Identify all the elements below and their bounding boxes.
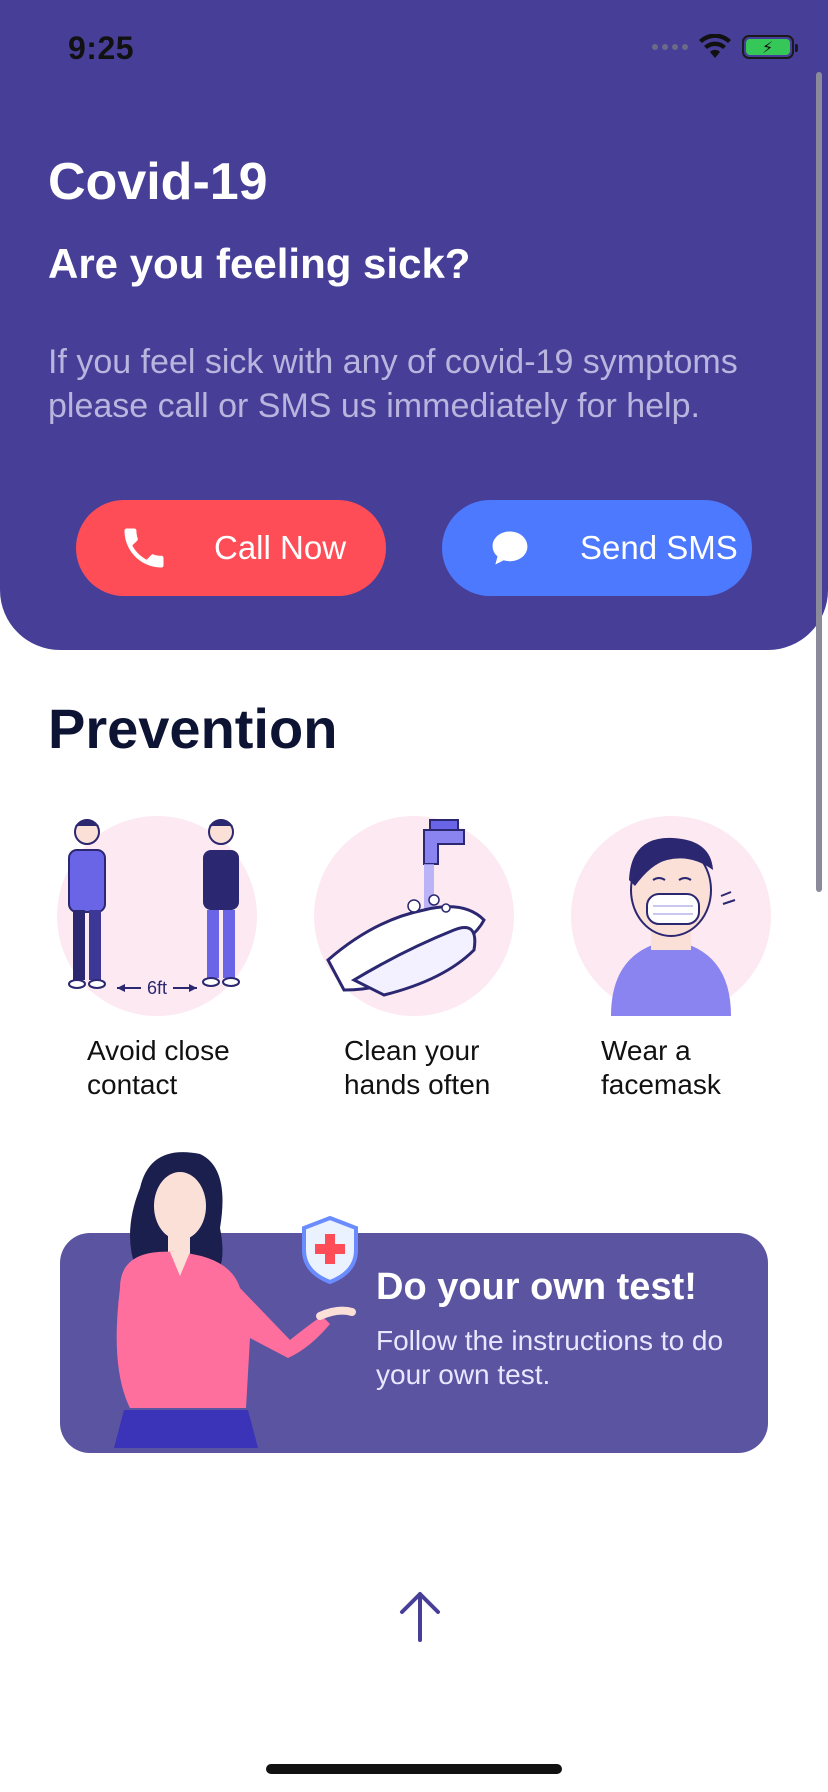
woman-illustration — [114, 1152, 356, 1448]
status-icons: ⚡ — [652, 34, 798, 60]
call-now-label: Call Now — [214, 529, 347, 566]
clean-hands-label: Clean your hands often — [344, 1035, 491, 1100]
shield-medical-icon — [302, 1216, 358, 1284]
call-now-button[interactable]: Call Now — [76, 500, 386, 596]
page-title: Covid-19 — [48, 153, 268, 211]
wifi-icon — [699, 34, 731, 58]
social-distance-illustration: 6ft — [68, 819, 240, 998]
status-time: 9:25 — [68, 30, 135, 66]
hand-washing-illustration — [326, 819, 486, 997]
test-card-description: Follow the instructions to do your own t… — [376, 1325, 724, 1390]
battery-icon: ⚡ — [742, 35, 798, 59]
chat-bubble-icon — [480, 518, 540, 578]
distance-label: 6ft — [147, 978, 167, 998]
home-indicator[interactable] — [266, 1764, 562, 1774]
page-subtitle: Are you feeling sick? — [48, 240, 471, 287]
facemask-label: Wear a facemask — [601, 1035, 721, 1100]
prevention-title: Prevention — [48, 697, 338, 760]
avoid-contact-label: Avoid close contact — [87, 1035, 230, 1100]
cellular-signal-icon — [652, 44, 688, 50]
test-card-title: Do your own test! — [376, 1266, 697, 1308]
phone-icon — [114, 518, 174, 578]
scrollbar[interactable] — [816, 72, 822, 892]
arrow-up-icon[interactable] — [398, 1590, 442, 1644]
header-description: If you feel sick with any of covid-19 sy… — [48, 343, 738, 425]
facemask-illustration — [611, 837, 736, 1016]
send-sms-label: Send SMS — [580, 529, 738, 566]
send-sms-button[interactable]: Send SMS — [442, 500, 752, 596]
